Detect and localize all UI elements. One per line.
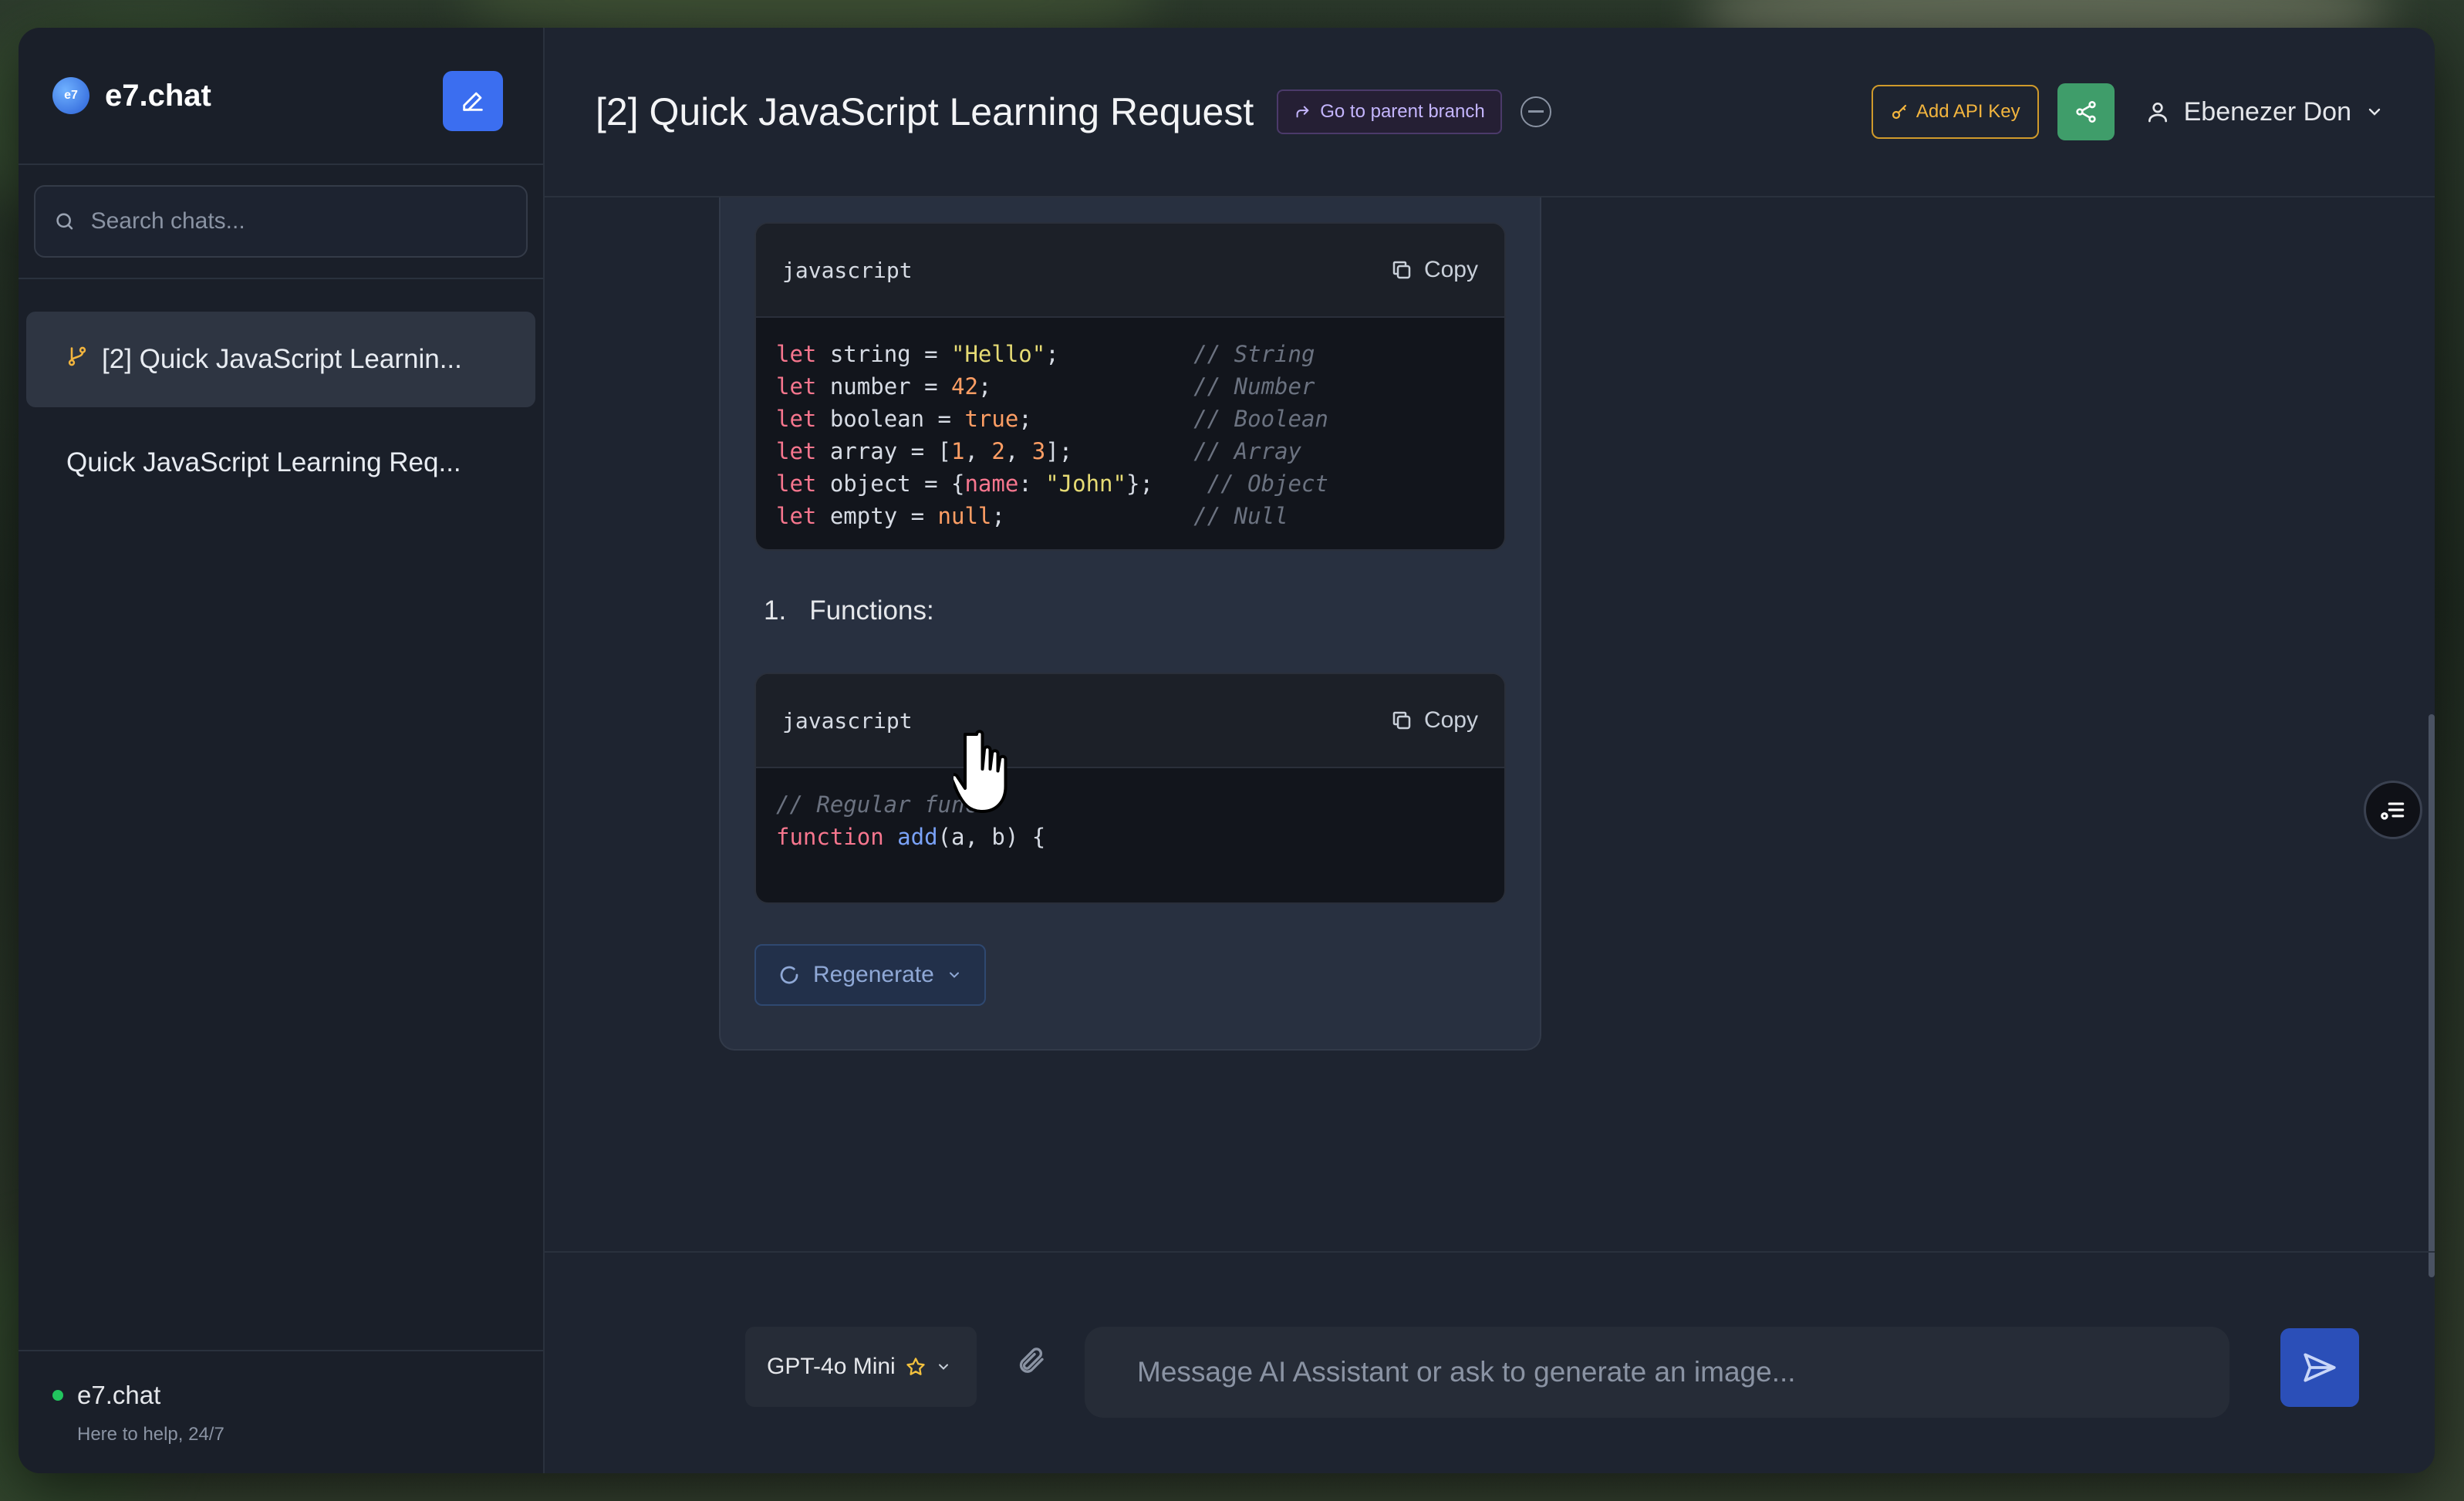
copy-icon	[1392, 261, 1411, 279]
online-status-dot	[52, 1390, 63, 1401]
app-logo: e7	[52, 77, 89, 114]
share-icon	[2075, 101, 2096, 123]
chat-list: [2] Quick JavaScript Learnin... Quick Ja…	[19, 279, 543, 551]
user-menu[interactable]: Ebenezer Don	[2145, 97, 2384, 127]
app-window: e7 e7.chat [2] Quick JavaScript Learnin.…	[19, 28, 2435, 1473]
app-brand: e7.chat	[105, 78, 211, 113]
edit-icon	[463, 92, 483, 111]
filter-list-icon	[2381, 802, 2405, 820]
code-content: let string = "Hello"; // String let numb…	[776, 341, 1328, 529]
copy-label: Copy	[1423, 257, 1478, 282]
go-to-parent-branch-button[interactable]: Go to parent branch	[1277, 89, 1502, 134]
search-input[interactable]	[90, 208, 508, 234]
api-key-label: Add API Key	[1916, 101, 2020, 122]
code-block: javascript Copy // Regular funct functio…	[754, 673, 1506, 904]
topbar: [2] Quick JavaScript Learning Request Go…	[545, 28, 2435, 197]
search-icon	[56, 213, 73, 230]
scrollbar[interactable]	[2429, 714, 2435, 1277]
message-input[interactable]	[1137, 1356, 2177, 1388]
user-name: Ebenezer Don	[2183, 96, 2351, 126]
copy-icon	[1392, 711, 1411, 730]
main-panel: [2] Quick JavaScript Learning Request Go…	[545, 28, 2435, 1473]
chevron-down-icon	[949, 972, 959, 978]
copy-label: Copy	[1423, 707, 1478, 733]
chat-item-label: [2] Quick JavaScript Learnin...	[102, 344, 462, 374]
new-chat-button[interactable]	[443, 71, 503, 131]
redirect-arrow-icon	[1296, 106, 1309, 118]
page-title: [2] Quick JavaScript Learning Request	[596, 90, 1254, 133]
add-api-key-button[interactable]: Add API Key	[1871, 85, 2039, 139]
code-block-header: javascript Copy	[756, 674, 1504, 768]
parent-branch-label: Go to parent branch	[1320, 101, 1485, 122]
regenerate-label: Regenerate	[813, 962, 934, 987]
list-item: 1. Functions:	[764, 595, 1506, 626]
model-label: GPT-4o Mini	[767, 1354, 896, 1379]
user-icon	[2148, 103, 2167, 123]
copy-button[interactable]: Copy	[1390, 257, 1478, 283]
sidebar-toggle-button[interactable]	[2364, 781, 2422, 839]
assistant-message: javascript Copy let string = "Hello"; //…	[719, 197, 1541, 1051]
code-block: javascript Copy let string = "Hello"; //…	[754, 222, 1506, 551]
hand-cursor-icon	[950, 727, 1038, 823]
chat-item-active[interactable]: [2] Quick JavaScript Learnin...	[26, 312, 535, 407]
message-field[interactable]	[1085, 1327, 2229, 1418]
send-icon	[2304, 1353, 2336, 1382]
status-label: e7.chat	[77, 1381, 161, 1409]
share-button[interactable]	[2057, 83, 2115, 140]
star-icon	[906, 1358, 925, 1375]
sidebar: e7 e7.chat [2] Quick JavaScript Learnin.…	[19, 28, 545, 1473]
copy-button[interactable]: Copy	[1390, 707, 1478, 734]
refresh-icon	[780, 966, 798, 984]
sidebar-header: e7 e7.chat	[19, 28, 543, 165]
regenerate-button[interactable]: Regenerate	[754, 944, 986, 1006]
code-language: javascript	[782, 707, 913, 734]
attach-button[interactable]	[1015, 1345, 1046, 1380]
send-button[interactable]	[2280, 1328, 2359, 1407]
model-selector[interactable]: GPT-4o Mini	[745, 1327, 977, 1407]
chat-item-label: Quick JavaScript Learning Req...	[66, 447, 461, 477]
chevron-down-icon	[938, 1364, 948, 1370]
key-icon	[1892, 104, 1906, 120]
chat-item[interactable]: Quick JavaScript Learning Req...	[26, 415, 535, 511]
composer: GPT-4o Mini	[545, 1251, 2435, 1473]
status-tagline: Here to help, 24/7	[77, 1424, 224, 1445]
chevron-down-icon	[2368, 108, 2381, 116]
code-block-header: javascript Copy	[756, 224, 1504, 318]
branch-icon	[66, 346, 88, 373]
list-number: 1.	[764, 595, 787, 626]
code-language: javascript	[782, 257, 913, 283]
collapse-circle-icon[interactable]	[1520, 96, 1551, 127]
search-box[interactable]	[34, 185, 528, 258]
list-text: Functions:	[809, 595, 934, 626]
paperclip-icon	[1019, 1348, 1044, 1373]
code-content: // Regular funct function add(a, b) {	[776, 791, 1046, 850]
sidebar-footer: e7.chat Here to help, 24/7	[19, 1350, 543, 1473]
